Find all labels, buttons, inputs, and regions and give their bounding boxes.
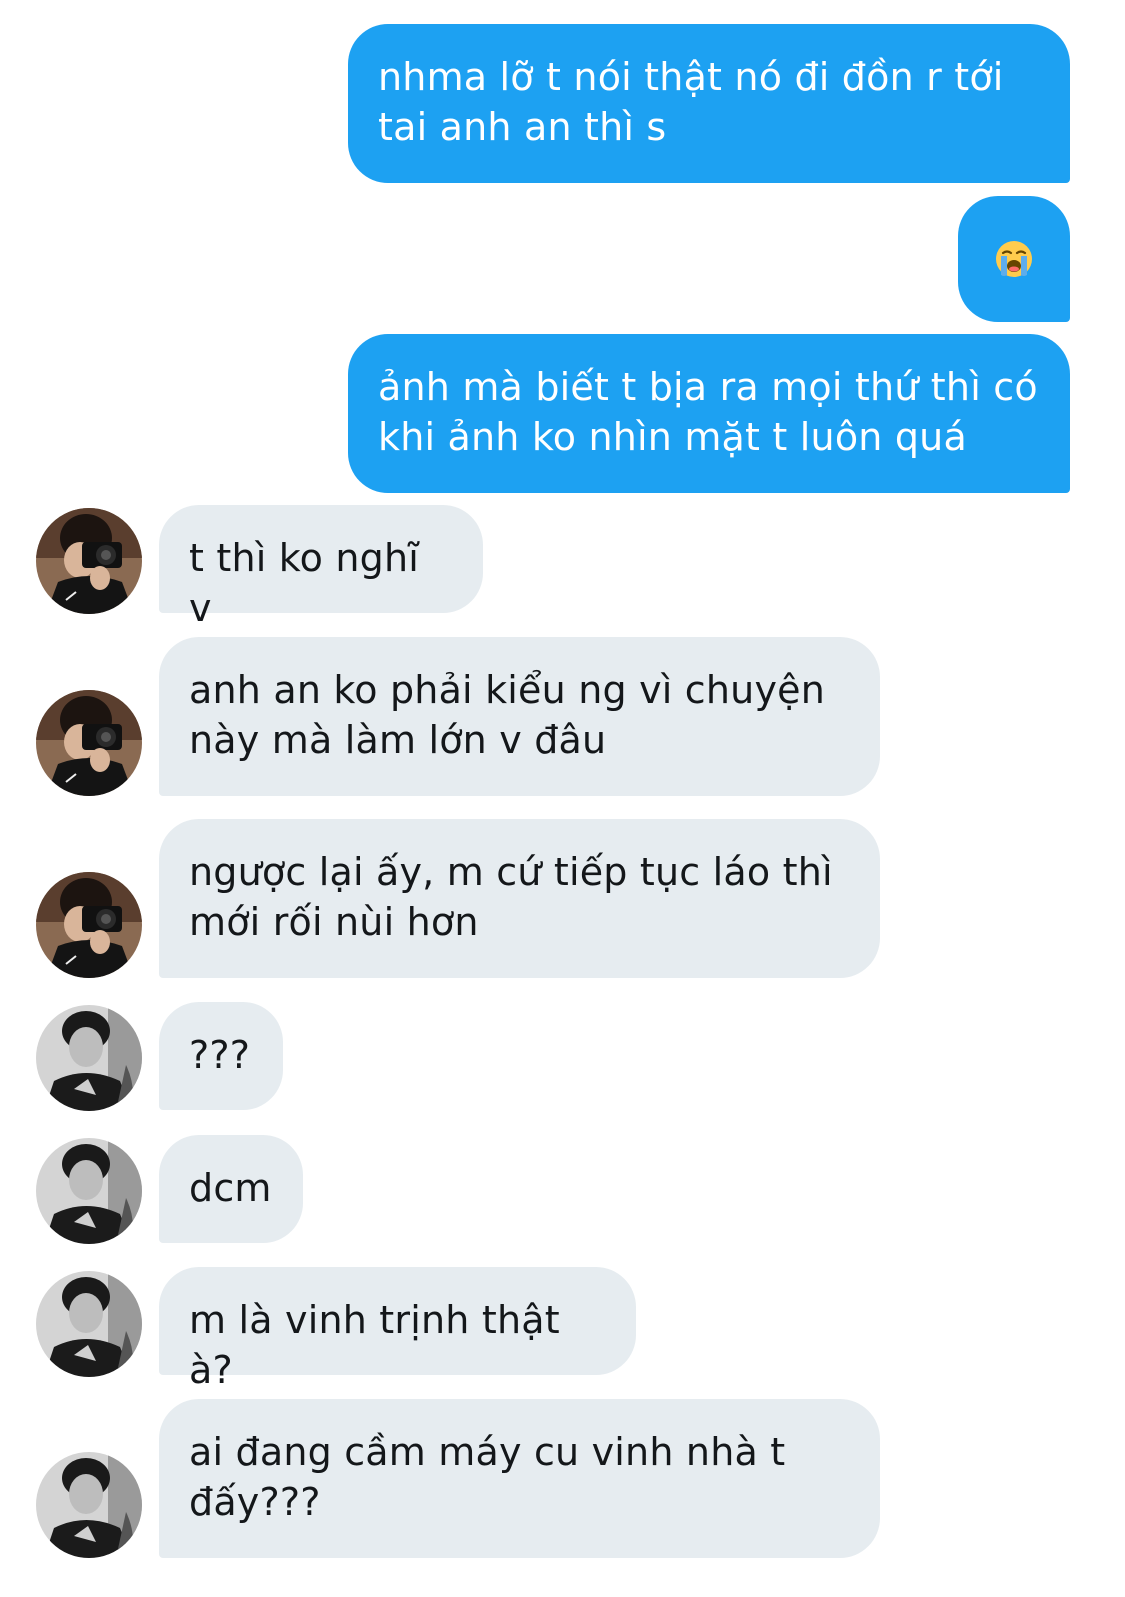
incoming-message-bubble[interactable]: ???: [159, 1002, 283, 1110]
contact-avatar[interactable]: [36, 1005, 142, 1111]
contact-avatar[interactable]: [36, 1271, 142, 1377]
contact-avatar[interactable]: [36, 1138, 142, 1244]
incoming-message-bubble[interactable]: ngược lại ấy, m cứ tiếp tục láo thì mới …: [159, 819, 880, 978]
contact-avatar[interactable]: [36, 690, 142, 796]
outgoing-message-bubble[interactable]: nhma lỡ t nói thật nó đi đồn r tới tai a…: [348, 24, 1070, 183]
outgoing-message-bubble[interactable]: ảnh mà biết t bịa ra mọi thứ thì có khi …: [348, 334, 1070, 493]
outgoing-message-bubble[interactable]: [958, 196, 1070, 322]
contact-avatar[interactable]: [36, 872, 142, 978]
incoming-message-bubble[interactable]: t thì ko nghĩ v: [159, 505, 483, 630]
incoming-message-bubble[interactable]: m là vinh trịnh thật à?: [159, 1267, 636, 1392]
incoming-message-bubble[interactable]: anh an ko phải kiểu ng vì chuyện này mà …: [159, 637, 880, 796]
contact-avatar[interactable]: [36, 508, 142, 614]
loudly-crying-face-icon: [996, 241, 1032, 277]
incoming-message-bubble[interactable]: ai đang cầm máy cu vinh nhà t đấy???: [159, 1399, 880, 1558]
incoming-message-bubble[interactable]: dcm: [159, 1135, 303, 1243]
contact-avatar[interactable]: [36, 1452, 142, 1558]
